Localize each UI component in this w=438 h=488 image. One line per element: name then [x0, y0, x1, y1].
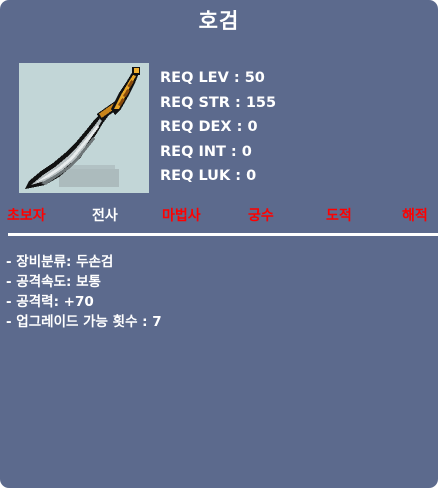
- job-thief: 도적: [326, 208, 352, 224]
- job-beginner: 초보자: [7, 208, 46, 224]
- req-level: REQ LEV : 50: [160, 70, 265, 86]
- item-tooltip: 호검 REQ LEV: 50 REQ STR: 155 REQ DEX: …: [0, 0, 438, 488]
- job-pirate: 해적: [402, 208, 428, 224]
- divider: [8, 233, 438, 236]
- req-dex: REQ DEX : 0: [160, 119, 258, 135]
- item-icon-frame: [19, 63, 149, 193]
- stat-equip-type: - 장비분류: 두손검: [6, 254, 114, 270]
- job-restrictions: 초보자 전사 마법사 궁수 도적 해적: [0, 205, 438, 229]
- req-str: REQ STR : 155: [160, 94, 277, 111]
- stat-upgrade-slots: - 업그레이드 가능 횟수 : 7: [6, 314, 162, 330]
- job-magician: 마법사: [162, 208, 201, 224]
- job-warrior: 전사: [92, 208, 118, 224]
- item-stats: - 장비분류: 두손검 - 공격속도: 보통 - 공격력: +70 - 업그레이…: [6, 252, 162, 332]
- stat-attack-speed: - 공격속도: 보통: [6, 274, 101, 290]
- sword-icon: [25, 67, 140, 189]
- job-bowman: 궁수: [248, 208, 274, 224]
- requirements-list: REQ LEV : 50 REQ STR : 155 REQ DEX : 0 R…: [160, 66, 276, 189]
- stat-attack: - 공격력: +70: [6, 294, 94, 310]
- item-name: 호검: [198, 9, 240, 33]
- req-int: REQ INT : 0: [160, 143, 252, 160]
- req-luk: REQ LUK : 0: [160, 168, 257, 184]
